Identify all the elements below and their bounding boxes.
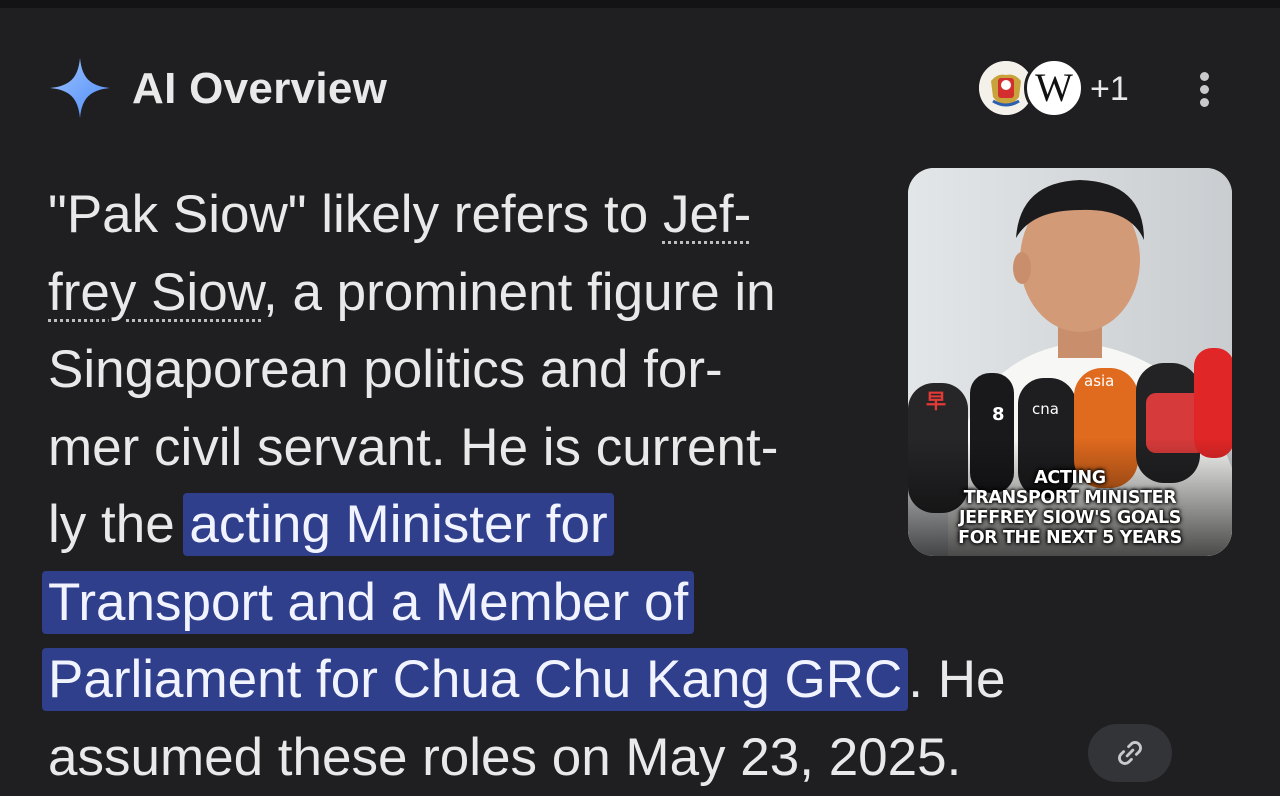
overview-line: Transport and a Member of [48,564,1178,642]
text-segment: , a prominent figure in [263,263,776,322]
caption-line: JEFFREY SIOW'S GOALS [908,508,1232,528]
caption-line: FOR THE NEXT 5 YEARS [908,528,1232,548]
more-vert-icon[interactable] [1184,68,1224,110]
svg-text:cna: cna [1032,400,1059,418]
entity-link-jeffrey-siow[interactable]: frey Siow [48,263,263,322]
overview-line: Parliament for Chua Chu Kang GRC. He [48,641,1178,719]
sources-stack[interactable]: W +1 [976,56,1136,120]
ai-overview-header: AI Overview W +1 [48,56,1238,120]
more-sources-count[interactable]: +1 [1090,70,1129,109]
source-link-button[interactable] [1088,724,1172,782]
svg-text:asia: asia [1084,372,1114,390]
entity-link-jeffrey-siow[interactable]: Jef- [663,185,751,244]
link-icon [1113,736,1147,770]
text-segment: "Pak Siow" likely refers to [48,185,663,244]
sparkle-icon [48,56,112,120]
svg-text:8: 8 [992,404,1005,425]
text-segment: . He [908,650,1005,709]
ai-overview-title: AI Overview [132,64,387,114]
caption-line: ACTING [908,468,1232,488]
overview-thumbnail[interactable]: 早 8 cna asia ACTING TRANSPORT MINISTER J… [908,168,1232,556]
wikipedia-icon[interactable]: W [1024,58,1084,118]
caption-line: TRANSPORT MINISTER [908,488,1232,508]
text-segment: ly the [48,495,189,554]
highlighted-text: Transport and a Member of [42,571,694,634]
thumbnail-caption: ACTING TRANSPORT MINISTER JEFFREY SIOW'S… [908,468,1232,548]
svg-text:早: 早 [926,389,946,413]
overview-line: assumed these roles on May 23, 2025. [48,719,1178,796]
highlighted-text: Parliament for Chua Chu Kang GRC [42,648,908,711]
top-edge [0,0,1280,8]
highlighted-text: acting Minister for [183,493,613,556]
